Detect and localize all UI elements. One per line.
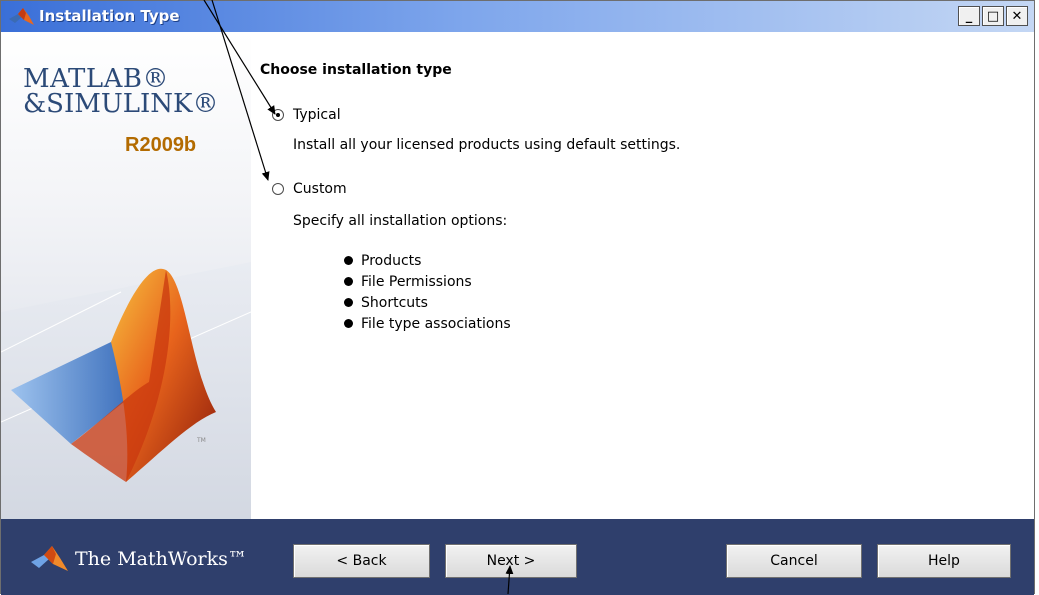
bullet-icon: [344, 277, 353, 286]
content-panel: Choose installation type Typical Install…: [251, 32, 1034, 519]
window-controls: _ □ ✕: [958, 6, 1028, 26]
list-item: File type associations: [344, 313, 511, 334]
minimize-button[interactable]: _: [958, 6, 980, 26]
next-button[interactable]: Next >: [445, 544, 577, 578]
help-button[interactable]: Help: [877, 544, 1011, 578]
footer-bar: The MathWorks™ < Back Next > Cancel Help: [1, 519, 1034, 595]
custom-description: Specify all installation options:: [293, 213, 508, 229]
cancel-button[interactable]: Cancel: [726, 544, 862, 578]
product-banner: MATLAB® &SIMULINK® R2009b TM: [1, 32, 251, 519]
typical-description: Install all your licensed products using…: [293, 137, 681, 153]
matlab-logo-icon: [9, 8, 34, 25]
custom-label[interactable]: Custom: [293, 181, 347, 197]
back-button[interactable]: < Back: [293, 544, 430, 578]
release-label: R2009b: [125, 134, 197, 156]
title-bar[interactable]: Installation Type _ □ ✕: [1, 1, 1034, 32]
typical-radio[interactable]: [272, 109, 284, 121]
custom-radio[interactable]: [272, 183, 284, 195]
mathworks-logo-icon: [31, 546, 68, 571]
list-item: Shortcuts: [344, 292, 511, 313]
custom-options-list: Products File Permissions Shortcuts File…: [344, 250, 511, 334]
bullet-icon: [344, 298, 353, 307]
trademark-mark: TM: [196, 437, 206, 444]
maximize-button[interactable]: □: [982, 6, 1004, 26]
custom-option[interactable]: Custom: [272, 181, 347, 197]
typical-option[interactable]: Typical: [272, 107, 341, 123]
typical-label[interactable]: Typical: [293, 107, 341, 123]
mathworks-brand: The MathWorks™: [31, 546, 247, 572]
bullet-icon: [344, 256, 353, 265]
list-item: File Permissions: [344, 271, 511, 292]
page-heading: Choose installation type: [260, 62, 452, 78]
bullet-icon: [344, 319, 353, 328]
installer-window: Installation Type _ □ ✕ MATLAB® &SIMULIN…: [0, 0, 1035, 595]
brand-name: The MathWorks™: [75, 548, 247, 570]
close-button[interactable]: ✕: [1006, 6, 1028, 26]
membrane-logo-icon: TM: [1, 262, 251, 519]
window-title: Installation Type: [39, 7, 180, 25]
list-item: Products: [344, 250, 511, 271]
product-name-simulink: &SIMULINK®: [23, 89, 219, 119]
